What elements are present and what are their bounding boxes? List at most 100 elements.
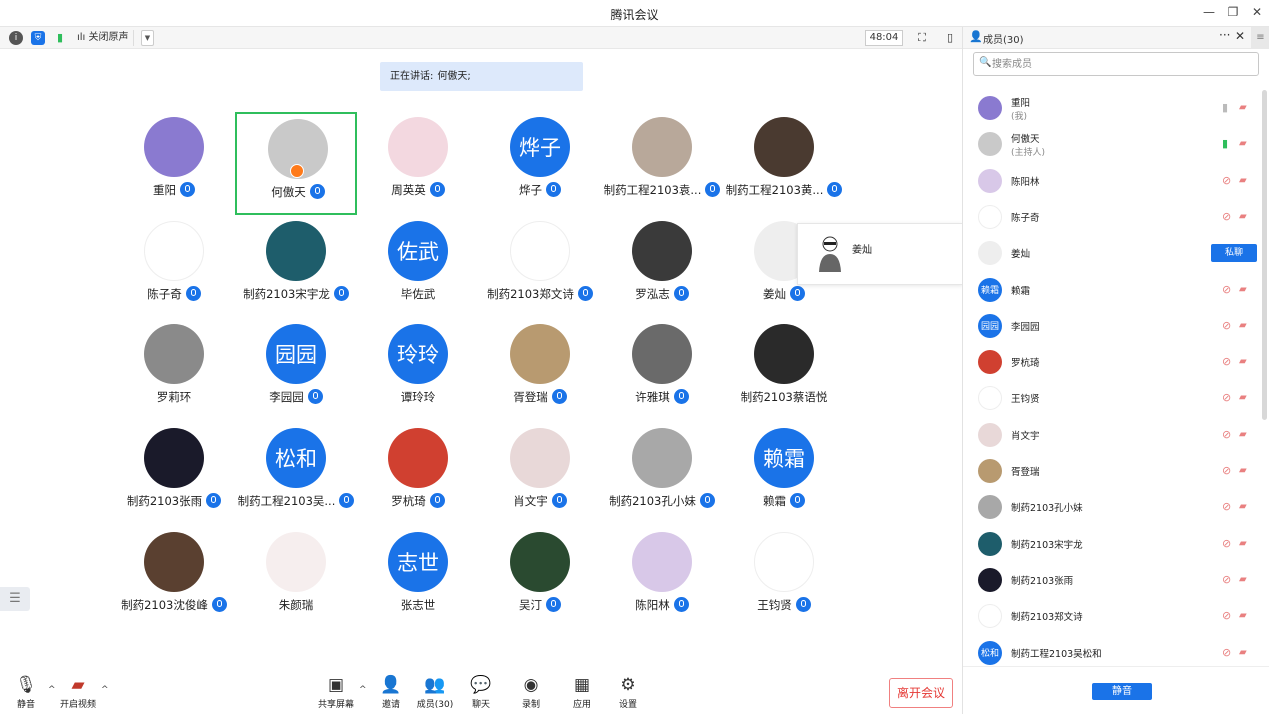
share-options-icon[interactable]: ^: [359, 685, 367, 695]
participant-tile[interactable]: 制药2103孔小妹: [601, 423, 723, 526]
apps-button[interactable]: ▦ 应用: [560, 675, 604, 710]
audio-dropdown[interactable]: ▼: [141, 30, 154, 46]
microphone-muted-icon[interactable]: ⊘: [1222, 428, 1234, 442]
restore-icon[interactable]: ❐: [1224, 5, 1242, 21]
participant-tile[interactable]: 吴汀: [479, 527, 601, 630]
participant-tile[interactable]: 赖霜 赖霜: [723, 423, 845, 526]
microphone-muted-icon[interactable]: ⊘: [1222, 464, 1234, 478]
member-list-scrollbar[interactable]: [1262, 90, 1267, 420]
member-list-item[interactable]: 赖霜 赖霜 ⊘ ▰: [963, 272, 1259, 308]
microphone-muted-icon[interactable]: ⊘: [1222, 283, 1234, 297]
layout-icon[interactable]: ▯: [942, 30, 958, 46]
participant-tile[interactable]: 玲玲 谭玲玲: [357, 319, 479, 422]
microphone-muted-icon[interactable]: ⊘: [1222, 573, 1234, 587]
microphone-muted-icon[interactable]: ⊘: [1222, 500, 1234, 514]
member-list-item[interactable]: 陈子奇 ⊘ ▰: [963, 199, 1259, 235]
participant-tile[interactable]: 何傲天: [235, 112, 357, 215]
member-list-item[interactable]: 松和 制药工程2103吴松和 ⊘ ▰: [963, 635, 1259, 667]
microphone-icon[interactable]: ▮: [1222, 137, 1234, 151]
participant-tile[interactable]: 志世 张志世: [357, 527, 479, 630]
member-list-item[interactable]: 制药2103宋宇龙 ⊘ ▰: [963, 526, 1259, 562]
participant-tile[interactable]: 制药2103宋宇龙: [235, 216, 357, 319]
participant-tile[interactable]: 罗泓志: [601, 216, 723, 319]
list-toggle-icon[interactable]: ☰: [0, 587, 30, 611]
participant-tile[interactable]: 许雅琪: [601, 319, 723, 422]
signal-icon[interactable]: ▮: [53, 31, 67, 45]
search-input[interactable]: [992, 56, 1252, 72]
leave-meeting-button[interactable]: 离开会议: [889, 678, 953, 708]
member-list-item[interactable]: 王钧贤 ⊘ ▰: [963, 380, 1259, 416]
camera-off-icon[interactable]: ▰: [1239, 175, 1253, 187]
camera-off-icon[interactable]: ▰: [1239, 501, 1253, 513]
camera-off-icon[interactable]: ▰: [1239, 102, 1253, 114]
private-chat-button[interactable]: 私聊: [1211, 244, 1257, 263]
minimize-icon[interactable]: —: [1200, 5, 1218, 21]
participant-tile[interactable]: 烨子 烨子: [479, 112, 601, 215]
camera-off-icon[interactable]: ▰: [1239, 610, 1253, 622]
member-list-item[interactable]: 何傲天 (主持人) ▮ ▰: [963, 126, 1259, 162]
microphone-muted-icon[interactable]: ⊘: [1222, 391, 1234, 405]
participant-tile[interactable]: 制药2103张雨: [113, 423, 235, 526]
chat-button[interactable]: 💬 聊天: [459, 675, 503, 710]
more-icon[interactable]: ···: [1219, 28, 1230, 42]
participant-tile[interactable]: 园园 李园园: [235, 319, 357, 422]
microphone-muted-icon[interactable]: ▮: [1222, 101, 1234, 115]
member-list-item[interactable]: 制药2103孔小妹 ⊘ ▰: [963, 489, 1259, 525]
participant-tile[interactable]: 制药2103郑文诗: [479, 216, 601, 319]
member-search[interactable]: 🔍: [973, 52, 1259, 76]
member-list-item[interactable]: 胥登瑞 ⊘ ▰: [963, 453, 1259, 489]
share-screen-button[interactable]: ▣ 共享屏幕: [314, 675, 358, 710]
camera-off-icon[interactable]: ▰: [1239, 465, 1253, 477]
participant-tile[interactable]: 制药2103蔡语悦: [723, 319, 845, 422]
mute-options-icon[interactable]: ^: [48, 685, 56, 695]
camera-off-icon[interactable]: ▰: [1239, 211, 1253, 223]
close-panel-icon[interactable]: ✕: [1235, 29, 1245, 43]
close-icon[interactable]: ✕: [1248, 5, 1266, 21]
shield-icon[interactable]: ⛨: [31, 31, 45, 45]
member-list-item[interactable]: 陈阳林 ⊘ ▰: [963, 163, 1259, 199]
participant-tile[interactable]: 重阳: [113, 112, 235, 215]
mute-button[interactable]: 🎙 静音: [4, 675, 48, 710]
participant-tile[interactable]: 松和 制药工程2103吴...: [235, 423, 357, 526]
member-list-item[interactable]: 肖文宇 ⊘ ▰: [963, 417, 1259, 453]
member-list-item[interactable]: 罗杭琦 ⊘ ▰: [963, 344, 1259, 380]
invite-button[interactable]: 👤 邀请: [369, 675, 413, 710]
info-icon[interactable]: i: [9, 31, 23, 45]
participant-tile[interactable]: 制药2103沈俊峰: [113, 527, 235, 630]
menu-icon[interactable]: ≡: [1251, 27, 1269, 49]
microphone-muted-icon[interactable]: ⊘: [1222, 210, 1234, 224]
fullscreen-icon[interactable]: ⛶: [914, 30, 930, 46]
camera-off-icon[interactable]: ▰: [1239, 392, 1253, 404]
camera-off-icon[interactable]: ▰: [1239, 538, 1253, 550]
participant-tile[interactable]: 罗莉环: [113, 319, 235, 422]
camera-off-icon[interactable]: ▰: [1239, 574, 1253, 586]
microphone-muted-icon[interactable]: ⊘: [1222, 174, 1234, 188]
record-button[interactable]: ◉ 录制: [509, 675, 553, 710]
participant-tile[interactable]: 佐武 毕佐武: [357, 216, 479, 319]
member-list-item[interactable]: 姜灿 私聊: [963, 235, 1259, 271]
participant-tile[interactable]: 朱颜瑞: [235, 527, 357, 630]
participant-tile[interactable]: 胥登瑞: [479, 319, 601, 422]
participant-tile[interactable]: 周英英: [357, 112, 479, 215]
camera-off-icon[interactable]: ▰: [1239, 320, 1253, 332]
video-options-icon[interactable]: ^: [101, 685, 109, 695]
participant-tile[interactable]: 陈阳林: [601, 527, 723, 630]
original-audio-button[interactable]: ılı 关闭原声: [73, 30, 134, 46]
camera-off-icon[interactable]: ▰: [1239, 647, 1253, 659]
participant-tile[interactable]: 制药工程2103袁...: [601, 112, 723, 215]
video-button[interactable]: ▰ 开启视频: [56, 675, 100, 710]
members-button[interactable]: 👥 成员(30): [413, 675, 457, 710]
member-list-item[interactable]: 重阳 (我) ▮ ▰: [963, 90, 1259, 126]
member-list-item[interactable]: 制药2103郑文诗 ⊘ ▰: [963, 598, 1259, 634]
member-list-item[interactable]: 制药2103张雨 ⊘ ▰: [963, 562, 1259, 598]
microphone-muted-icon[interactable]: ⊘: [1222, 609, 1234, 623]
camera-off-icon[interactable]: ▰: [1239, 284, 1253, 296]
settings-button[interactable]: ⚙ 设置: [606, 675, 650, 710]
microphone-muted-icon[interactable]: ⊘: [1222, 646, 1234, 660]
microphone-muted-icon[interactable]: ⊘: [1222, 537, 1234, 551]
participant-tile[interactable]: 制药工程2103黄...: [723, 112, 845, 215]
member-list-item[interactable]: 园园 李园园 ⊘ ▰: [963, 308, 1259, 344]
camera-off-icon[interactable]: ▰: [1239, 429, 1253, 441]
participant-tile[interactable]: 罗杭琦: [357, 423, 479, 526]
microphone-muted-icon[interactable]: ⊘: [1222, 319, 1234, 333]
